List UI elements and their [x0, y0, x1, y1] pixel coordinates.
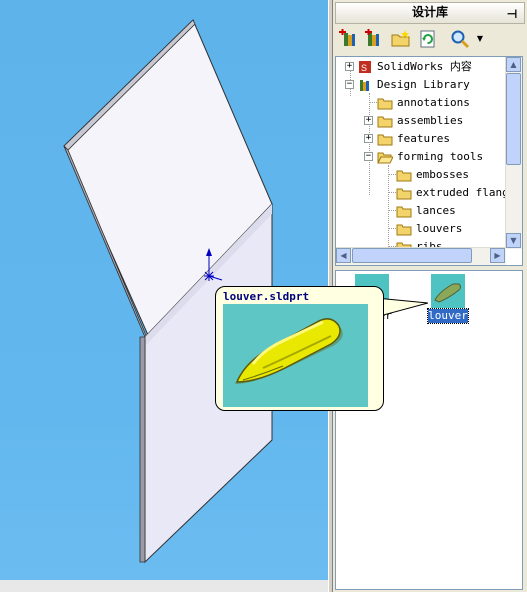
scroll-thumb[interactable]: [352, 248, 472, 263]
tree-item-label: annotations: [397, 96, 470, 109]
svg-text:S: S: [361, 63, 367, 73]
tree-item-label: assemblies: [397, 114, 464, 127]
tree-item-louvers[interactable]: louvers: [336, 220, 506, 238]
tree-item-label: Design Library: [377, 78, 470, 91]
design-library-icon: [357, 77, 373, 93]
expand-icon[interactable]: +: [345, 62, 354, 71]
folder-icon: [396, 221, 412, 237]
louver-thumbnail-icon: [431, 274, 465, 308]
scroll-left-button[interactable]: ◀: [336, 248, 351, 263]
tree-item-annotations[interactable]: annotations: [336, 94, 506, 112]
expand-icon[interactable]: +: [364, 134, 373, 143]
scroll-up-button[interactable]: ▲: [506, 57, 521, 72]
refresh-icon: [420, 30, 435, 48]
folder-icon: [377, 131, 393, 147]
pane-title-text: 设计库: [411, 5, 448, 19]
gallery-item-selected[interactable]: louver: [427, 274, 469, 324]
search-dropdown-button[interactable]: ▼: [473, 28, 487, 50]
folder-icon: [377, 95, 393, 111]
folder-icon: [396, 203, 412, 219]
solidworks-content-icon: S: [357, 59, 373, 75]
tree-item-solidworks-content[interactable]: + S SolidWorks 内容: [336, 58, 506, 76]
file-preview-tooltip: louver.sldprt: [215, 286, 384, 411]
tree-item-label: forming tools: [397, 150, 484, 163]
pane-title: 设计库 ⊣: [335, 2, 525, 24]
folder-icon: [377, 113, 393, 129]
folder-open-icon: [377, 149, 394, 165]
tree-item-label: louvers: [416, 222, 463, 235]
tree-item-assemblies[interactable]: + assemblies: [336, 112, 506, 130]
louver-preview-image: [223, 304, 368, 407]
pane-toolbar: ▼: [335, 26, 523, 52]
scroll-right-button[interactable]: ▶: [490, 248, 505, 263]
tree-vertical-scrollbar[interactable]: ▲ ▼: [505, 57, 522, 249]
folder-icon: [396, 185, 412, 201]
tree-item-embosses[interactable]: embosses: [336, 166, 506, 184]
expand-icon[interactable]: +: [364, 116, 373, 125]
add-to-library-icon: [339, 29, 355, 46]
add-to-library-button[interactable]: [337, 28, 359, 50]
tooltip-title: louver.sldprt: [223, 290, 310, 303]
add-location-icon: [365, 29, 379, 46]
pin-icon[interactable]: ⊣: [504, 7, 520, 21]
tree-item-design-library[interactable]: − Design Library: [336, 76, 506, 94]
create-new-folder-button[interactable]: [390, 28, 412, 50]
scroll-thumb[interactable]: [506, 73, 521, 165]
tree-item-extruded-flanges[interactable]: extruded flanges: [336, 184, 522, 202]
collapse-icon[interactable]: −: [364, 152, 373, 161]
new-folder-icon: [391, 30, 410, 47]
gallery-item-label: louver: [427, 308, 469, 324]
tree-item-label: lances: [416, 204, 456, 217]
tree-item-features[interactable]: + features: [336, 130, 506, 148]
search-icon: [451, 30, 470, 49]
louver-part-icon: [235, 318, 343, 384]
tree-item-forming-tools[interactable]: − forming tools: [336, 148, 506, 166]
search-button[interactable]: [449, 28, 471, 50]
tree-item-label: embosses: [416, 168, 469, 181]
folder-icon: [396, 167, 412, 183]
tree-item-label: SolidWorks 内容: [377, 60, 472, 73]
add-file-location-button[interactable]: [363, 28, 385, 50]
library-tree[interactable]: + S SolidWorks 内容 − Design Library annot…: [335, 56, 523, 266]
collapse-icon[interactable]: −: [345, 80, 354, 89]
tree-item-lances[interactable]: lances: [336, 202, 506, 220]
scroll-down-button[interactable]: ▼: [506, 233, 521, 248]
refresh-button[interactable]: [417, 28, 439, 50]
tree-horizontal-scrollbar[interactable]: ◀ ▶: [336, 247, 506, 265]
tree-item-label: features: [397, 132, 450, 145]
